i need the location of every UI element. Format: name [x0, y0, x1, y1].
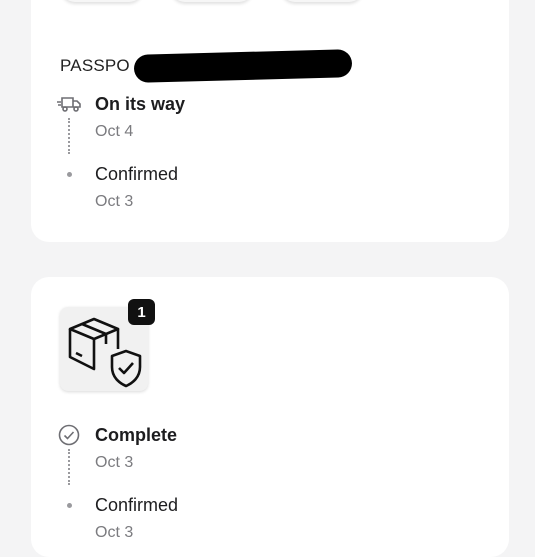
dot-icon — [57, 493, 81, 517]
timeline-step-confirmed: Confirmed Oct 3 — [57, 493, 178, 543]
timeline-step-complete: Complete Oct 3 — [57, 423, 178, 473]
order-card-1[interactable]: PASSPO On its way Oct 4 Confirmed Oct 3 — [31, 0, 509, 242]
order-card-2[interactable]: 1 Complete Oct 3 Confirmed Oct 3 — [31, 277, 509, 557]
order-timeline: Complete Oct 3 Confirmed Oct 3 — [57, 423, 178, 543]
quantity-badge: 1 — [128, 299, 155, 325]
timeline-date: Oct 3 — [95, 524, 134, 541]
timeline-date: Oct 4 — [95, 123, 134, 140]
product-thumbnails — [61, 0, 363, 2]
timeline-status: Complete — [95, 425, 178, 445]
truck-icon — [57, 92, 81, 116]
redaction-bar — [133, 49, 353, 83]
order-timeline: On its way Oct 4 Confirmed Oct 3 — [57, 92, 185, 212]
order-reference: PASSPO — [60, 56, 130, 76]
timeline-step-on-its-way: On its way Oct 4 — [57, 92, 185, 142]
timeline-date: Oct 3 — [95, 454, 134, 471]
dot-icon — [57, 162, 81, 186]
order-reference-text: PASSPO — [60, 56, 130, 75]
product-thumbnail[interactable] — [281, 0, 363, 2]
timeline-step-confirmed: Confirmed Oct 3 — [57, 162, 185, 212]
timeline-status: On its way — [95, 94, 186, 114]
timeline-status: Confirmed — [95, 164, 179, 184]
product-thumbnail[interactable] — [61, 0, 143, 2]
timeline-date: Oct 3 — [95, 193, 134, 210]
check-circle-icon — [57, 423, 81, 447]
product-thumbnail[interactable] — [171, 0, 253, 2]
timeline-status: Confirmed — [95, 495, 179, 515]
